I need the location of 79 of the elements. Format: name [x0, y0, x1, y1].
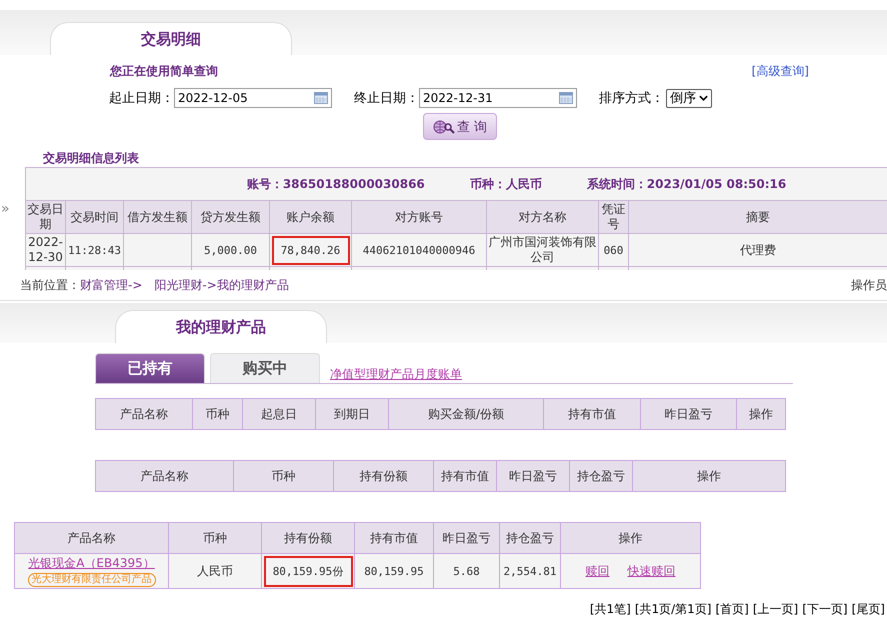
column-header: 交易时间 — [66, 200, 124, 234]
search-button[interactable]: 查 询 — [423, 113, 497, 140]
column-header: 币种 — [168, 522, 262, 554]
statement-link[interactable]: 净值型理财产品月度账单 — [330, 366, 462, 383]
column-header: 操作 — [560, 522, 700, 554]
calendar-icon[interactable] — [314, 92, 328, 104]
column-header: 币种 — [234, 460, 334, 492]
table-cell: 代理费 — [628, 234, 887, 266]
list-title: 交易明细信息列表 — [42, 150, 140, 167]
breadcrumb-label: 当前位置： — [20, 276, 80, 294]
tab[interactable]: 购买中 — [210, 353, 320, 383]
table-cell: 2,554.81 — [500, 554, 560, 588]
table-cell: 060 — [598, 234, 628, 266]
column-header: 借方发生额 — [124, 200, 192, 234]
product-link[interactable]: 光银现金A（EB4395） — [28, 555, 155, 572]
pagination-link[interactable]: [首页] — [716, 601, 749, 618]
action-link[interactable]: 赎回 — [586, 562, 610, 580]
column-header: 昨日盈亏 — [434, 522, 500, 554]
column-header: 持有份额 — [334, 460, 434, 492]
pagination-link[interactable]: [尾页] — [852, 601, 885, 618]
chevron-icon — [699, 95, 708, 101]
account-info: 账号：38650188000030866 — [246, 176, 425, 192]
column-header: 持仓盈亏 — [570, 460, 632, 492]
column-header: 产品名称 — [96, 460, 234, 492]
globe-search-icon — [432, 118, 455, 134]
table-cell: 80,159.95份 — [262, 554, 354, 588]
pagination-link[interactable]: [上一页] — [752, 601, 798, 618]
table-cell: 广州市国河装饰有限公司 — [486, 234, 598, 266]
pagination-link[interactable]: [下一页] — [802, 601, 848, 618]
advanced-query-link[interactable]: [高级查询] — [752, 63, 809, 80]
issuer-badge: 光大理财有限责任公司产品 — [28, 573, 156, 587]
expand-arrows-icon[interactable]: » — [1, 201, 10, 217]
table-cell: 5.68 — [434, 554, 500, 588]
sort-select[interactable]: 倒序 — [666, 88, 712, 108]
column-header: 产品名称 — [96, 398, 192, 430]
column-header: 操作 — [736, 398, 786, 430]
column-header: 持有市值 — [434, 460, 496, 492]
action-link[interactable]: 快速赎回 — [628, 562, 676, 580]
column-header: 持有份额 — [262, 522, 354, 554]
account-info: 系统时间：2023/01/05 08:50:16 — [586, 176, 786, 192]
column-header: 贷方发生额 — [192, 200, 270, 234]
end-date-label: 终止日期： — [354, 90, 419, 107]
column-header: 操作 — [632, 460, 786, 492]
column-header: 币种 — [192, 398, 242, 430]
column-header: 到期日 — [316, 398, 388, 430]
column-header: 持有市值 — [544, 398, 640, 430]
table-cell: 80,159.95 — [354, 554, 434, 588]
pagination-link[interactable]: [共1笔] — [590, 601, 631, 618]
calendar-icon[interactable] — [559, 92, 573, 104]
table-cell: 人民币 — [168, 554, 262, 588]
column-header: 交易日期 — [26, 200, 66, 234]
column-header: 凭证号 — [598, 200, 628, 234]
column-header: 昨日盈亏 — [640, 398, 736, 430]
column-header: 起息日 — [242, 398, 316, 430]
breadcrumb-link[interactable]: 财富管理-> — [80, 276, 142, 294]
table-cell: 2022-12-30 — [26, 234, 66, 266]
table-cell: 5,000.00 — [192, 234, 270, 266]
end-date-field[interactable]: 2022-12-31 — [419, 88, 577, 108]
operator-label: 操作员 — [851, 276, 887, 294]
pagination-link[interactable]: [共1页/第1页] — [634, 601, 712, 618]
start-date-label: 起止日期： — [109, 90, 174, 107]
table-cell: 78,840.26 — [270, 234, 352, 266]
account-info: 币种：人民币 — [470, 176, 542, 192]
breadcrumb-link[interactable]: 阳光理财->我的理财产品 — [154, 276, 289, 294]
table-cell: 44062101040000946 — [352, 234, 486, 266]
column-header: 账户余额 — [270, 200, 352, 234]
column-header: 产品名称 — [14, 522, 168, 554]
start-date-field[interactable]: 2022-12-05 — [174, 88, 332, 108]
tab[interactable]: 已持有 — [95, 353, 205, 383]
table-cell: 11:28:43 — [66, 234, 124, 266]
column-header: 对方名称 — [486, 200, 598, 234]
column-header: 昨日盈亏 — [496, 460, 570, 492]
column-header: 持有市值 — [354, 522, 434, 554]
query-mode-label: 您正在使用简单查询 — [110, 63, 218, 80]
column-header: 摘要 — [628, 200, 887, 234]
column-header: 持仓盈亏 — [500, 522, 560, 554]
column-header: 购买金额/份额 — [388, 398, 544, 430]
sort-label: 排序方式： — [599, 90, 664, 107]
column-header: 对方账号 — [352, 200, 486, 234]
